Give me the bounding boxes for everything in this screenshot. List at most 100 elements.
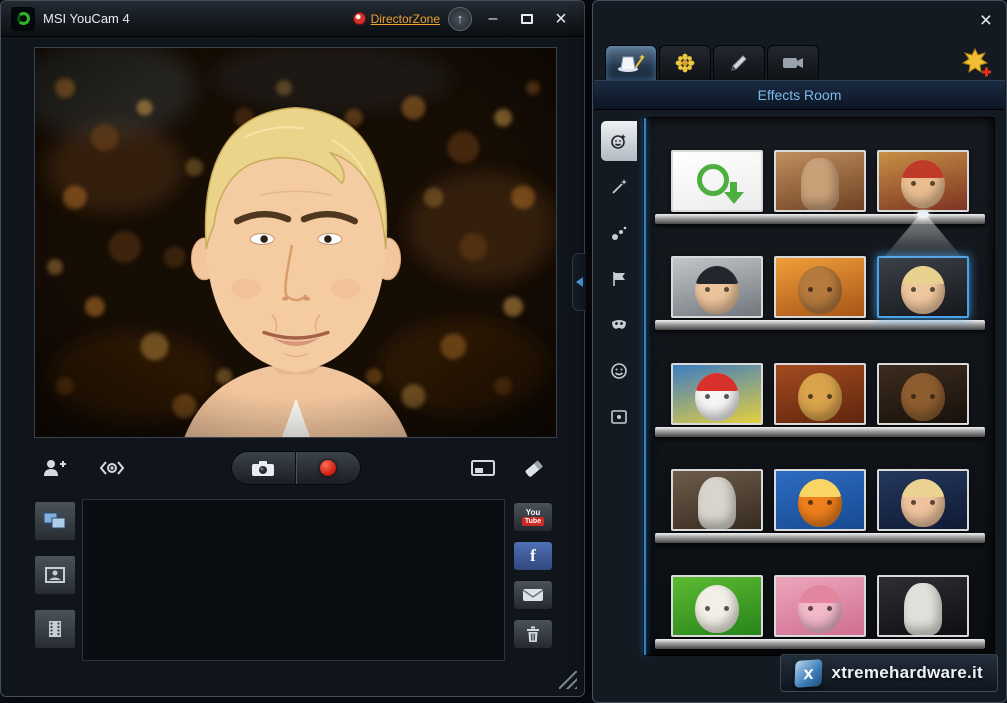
directorzone-label: DirectorZone [371, 12, 440, 26]
avatar-video-frame [35, 48, 556, 437]
effect-thumb-blonde-woman-avatar[interactable] [877, 469, 969, 531]
effect-thumb-teddy-bear[interactable] [774, 256, 866, 318]
effect-thumb-golden-retriever[interactable] [774, 363, 866, 425]
smiley-icon [610, 362, 628, 380]
effects-shelf [652, 227, 988, 333]
effect-thumb-lamb-plush[interactable] [671, 575, 763, 637]
youcam-logo-icon [11, 7, 35, 31]
effects-shelf [652, 121, 988, 227]
effects-tabs [605, 45, 819, 80]
flower-gadget-icon [675, 53, 695, 73]
delete-button[interactable] [513, 619, 553, 649]
record-icon [320, 460, 336, 476]
watermark: x xtremehardware.it [780, 654, 998, 692]
youtube-label-top: You [526, 509, 541, 517]
tab-draw[interactable] [713, 45, 765, 80]
minimize-button[interactable]: – [480, 6, 506, 32]
effect-thumb-businessman-avatar[interactable] [671, 256, 763, 318]
effect-thumb-pig-plush[interactable] [774, 575, 866, 637]
gallery-tab-photos[interactable] [34, 555, 76, 595]
gallery-tab-videos[interactable] [34, 609, 76, 649]
camera-icon [251, 460, 275, 477]
flag-frame-icon [610, 270, 628, 288]
xtremehardware-logo-icon: x [795, 659, 823, 688]
fullscreen-icon [521, 14, 533, 24]
category-avatars[interactable] [601, 121, 637, 161]
star-plus-icon [960, 47, 992, 77]
fullscreen-button[interactable] [514, 6, 540, 32]
effects-room-title: Effects Room [758, 87, 842, 103]
pip-icon [471, 460, 495, 476]
effect-thumb-terracotta-warrior[interactable] [774, 150, 866, 212]
shelf-board [655, 639, 985, 649]
share-email-button[interactable] [513, 580, 553, 610]
effect-thumb-blond-man-avatar[interactable] [877, 256, 969, 318]
tab-effects-room[interactable] [605, 45, 657, 80]
add-person-icon [42, 458, 68, 478]
snapshot-button[interactable] [232, 452, 296, 484]
youcam-main-window: MSI YouCam 4 DirectorZone ↑ – × [0, 0, 585, 697]
capture-gallery: You Tube f [34, 499, 557, 661]
tab-gadgets[interactable] [659, 45, 711, 80]
face-tracking-icon [98, 461, 126, 475]
category-emoticons[interactable] [601, 351, 637, 391]
share-youtube-button[interactable]: You Tube [513, 502, 553, 532]
category-particles[interactable] [601, 213, 637, 253]
shelf-board [655, 533, 985, 543]
effects-room-header: Effects Room [594, 80, 1005, 110]
effect-thumb-cartoon-lion[interactable] [774, 469, 866, 531]
pencil-icon [729, 53, 749, 73]
particles-icon [610, 224, 628, 242]
capture-pill [231, 451, 361, 485]
record-button[interactable] [296, 452, 360, 484]
pip-button[interactable] [469, 456, 497, 480]
effects-shelf [652, 333, 988, 439]
upload-button[interactable]: ↑ [448, 7, 472, 31]
add-person-button[interactable] [40, 456, 70, 480]
effect-thumb-flower-headdress-woman[interactable] [877, 150, 969, 212]
effect-thumb-poodle[interactable] [877, 363, 969, 425]
facebook-icon: f [530, 546, 536, 566]
magic-hat-icon [617, 53, 645, 73]
effect-thumb-download-more-effects[interactable] [671, 150, 763, 212]
face-tracking-button[interactable] [96, 456, 128, 480]
watermark-text: xtremehardware.it [831, 663, 983, 683]
directorzone-link[interactable]: DirectorZone [353, 12, 440, 26]
youcam-logo-ring [17, 12, 30, 25]
effects-shelf [652, 440, 988, 546]
category-magic-effects[interactable] [601, 167, 637, 207]
upload-arrow-icon: ↑ [457, 11, 464, 26]
tab-video-effects[interactable] [767, 45, 819, 80]
eraser-button[interactable] [521, 456, 549, 480]
close-button[interactable]: × [548, 6, 574, 32]
panel-collapse-handle[interactable] [572, 253, 586, 311]
category-photo-frames[interactable] [601, 397, 637, 437]
share-facebook-button[interactable]: f [513, 541, 553, 571]
effect-categories [601, 121, 639, 437]
youtube-label-bottom: Tube [522, 517, 544, 526]
effects-grid [652, 121, 988, 652]
category-frames[interactable] [601, 259, 637, 299]
mask-icon [610, 316, 628, 334]
chevron-left-icon [576, 277, 583, 287]
titlebar[interactable]: MSI YouCam 4 DirectorZone ↑ – × [1, 1, 584, 37]
effects-close-button[interactable]: × [980, 9, 992, 33]
videos-icon [48, 620, 62, 638]
resize-handle[interactable] [559, 671, 577, 689]
effect-thumb-clown[interactable] [671, 363, 763, 425]
directorzone-download-button[interactable] [960, 47, 992, 80]
effects-panel [643, 117, 995, 656]
category-masks[interactable] [601, 305, 637, 345]
photos-icon [45, 567, 65, 583]
shelf-board [655, 214, 985, 224]
effect-thumb-stone-statue[interactable] [671, 469, 763, 531]
avatar-face-icon [610, 132, 628, 150]
shelf-board [655, 320, 985, 330]
gallery-tab-all-media[interactable] [34, 501, 76, 541]
magic-wand-icon [610, 178, 628, 196]
eraser-icon [523, 458, 547, 478]
trash-icon [525, 625, 541, 643]
panel-accent-line [644, 118, 646, 655]
effect-thumb-david-statue[interactable] [877, 575, 969, 637]
capture-tray[interactable] [82, 499, 505, 661]
